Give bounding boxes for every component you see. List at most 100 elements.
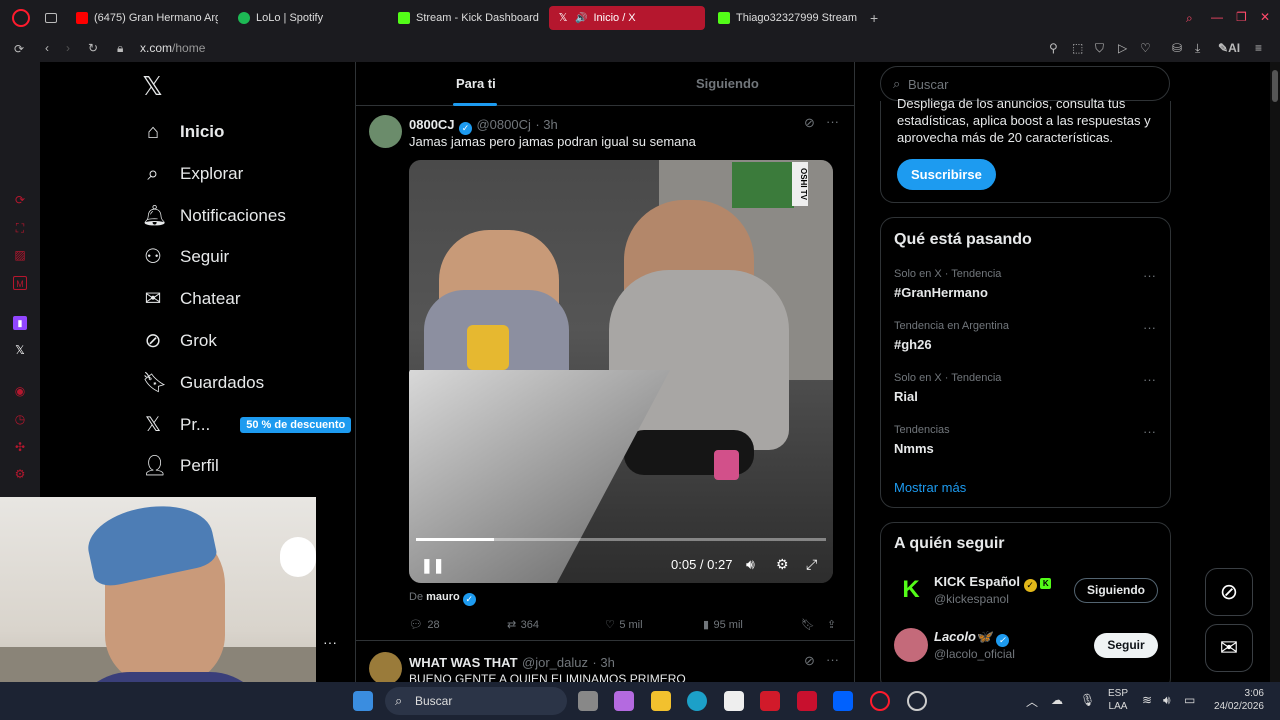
battery-icon[interactable]: ▭	[1184, 693, 1195, 707]
opera-logo-icon[interactable]	[12, 9, 30, 27]
copilot-icon[interactable]	[614, 691, 634, 711]
close-window-button[interactable]: ✕	[1260, 10, 1270, 24]
settings-icon[interactable]: ⚙	[776, 556, 789, 573]
repost-button[interactable]: ⇄ 364	[507, 615, 539, 633]
language-indicator[interactable]: ESP LAA	[1108, 687, 1128, 713]
post-time[interactable]: · 3h	[592, 655, 614, 670]
browser-tab-kick-dashboard[interactable]: Stream - Kick Dashboard	[390, 6, 540, 30]
avatar[interactable]	[369, 115, 402, 148]
share-button[interactable]: ⇪	[827, 615, 836, 633]
bag-icon[interactable]: ⛶	[13, 221, 27, 235]
windows-start-icon[interactable]	[353, 691, 373, 711]
post-author-name[interactable]: 0800CJ	[409, 117, 455, 132]
views-button[interactable]: ▮ 95 mil	[703, 615, 743, 633]
wifi-icon[interactable]: ≋	[1142, 693, 1152, 707]
grok-icon[interactable]: ⊘	[804, 653, 815, 669]
file-explorer-icon[interactable]	[651, 691, 671, 711]
account-menu-icon[interactable]: ···	[323, 634, 337, 650]
tab-siguiendo[interactable]: Siguiendo	[696, 76, 759, 91]
dropbox-icon[interactable]	[833, 691, 853, 711]
m-icon[interactable]: M	[13, 276, 27, 290]
nav-chatear[interactable]: ✉ Chatear	[142, 284, 241, 314]
menu-icon[interactable]: ≡	[1255, 41, 1262, 55]
more-options-icon[interactable]: ···	[1143, 320, 1156, 335]
new-tab-button[interactable]: +	[870, 11, 878, 25]
show-more-link[interactable]: Mostrar más	[894, 480, 966, 495]
x-logo-icon[interactable]: 𝕏	[13, 343, 27, 357]
search-tabs-icon[interactable]: ⌕	[1186, 11, 1193, 25]
nav-perfil[interactable]: 👤︎ Perfil	[142, 451, 219, 481]
more-options-icon[interactable]: ···	[1143, 372, 1156, 387]
microphone-icon[interactable]: 🎙︎	[1080, 693, 1095, 707]
post-author-name[interactable]: WHAT WAS THAT	[409, 655, 518, 670]
fullscreen-icon[interactable]: ⤢	[806, 556, 817, 573]
scrollbar[interactable]	[1270, 62, 1280, 682]
like-button[interactable]: ♡ 5 mil	[605, 615, 643, 633]
messages-floating-button[interactable]: ✉	[1205, 624, 1253, 672]
trend-item[interactable]: Tendencias Nmms ···	[881, 422, 1170, 472]
post-author-handle[interactable]: @jor_daluz	[522, 655, 588, 670]
following-button[interactable]: Siguiendo	[1074, 578, 1158, 603]
refresh-icon[interactable]: ⟳	[13, 193, 27, 207]
bookmark-button[interactable]: 🔖︎	[801, 615, 815, 633]
adblock-icon[interactable]: ⛉	[1095, 41, 1104, 55]
heart-icon[interactable]: ♡	[1140, 41, 1151, 55]
scrollbar-thumb[interactable]	[1272, 70, 1278, 102]
nav-grok[interactable]: ⊘ Grok	[142, 326, 217, 356]
wallet-icon[interactable]: ⛁	[1172, 41, 1182, 55]
taskbar-search[interactable]: ⌕ Buscar	[385, 687, 567, 715]
more-options-icon[interactable]: ···	[826, 114, 839, 129]
back-button[interactable]: ‹	[45, 41, 49, 55]
follow-handle[interactable]: @lacolo_oficial	[934, 647, 1015, 661]
more-options-icon[interactable]: ···	[1143, 268, 1156, 283]
video-player[interactable]: OSHI TV ❚❚ 0:05 / 0:27 🔊︎ ⚙ ⤢	[409, 160, 833, 583]
tab-para-ti[interactable]: Para ti	[456, 76, 496, 91]
url-field[interactable]: x.com/home	[140, 41, 205, 55]
subscribe-button[interactable]: Suscribirse	[897, 159, 996, 190]
more-options-icon[interactable]: ···	[1143, 424, 1156, 439]
clock[interactable]: 3:06 24/02/2026	[1212, 687, 1264, 713]
forward-button[interactable]: ›	[66, 41, 70, 55]
task-view-icon[interactable]	[578, 691, 598, 711]
maximize-button[interactable]: ❐	[1236, 10, 1247, 24]
nav-premium[interactable]: 𝕏 Pr... 50 % de descuento	[142, 410, 352, 440]
post-author-handle[interactable]: @0800Cj	[476, 117, 530, 132]
avatar[interactable]	[894, 628, 928, 662]
pause-button[interactable]: ❚❚	[421, 557, 444, 574]
reload-extension-icon[interactable]: ⟳	[14, 42, 24, 56]
minimize-button[interactable]: —	[1211, 10, 1223, 24]
ai-button[interactable]: ✎AI	[1218, 41, 1240, 55]
video-source-name[interactable]: mauro	[426, 591, 460, 603]
nav-inicio[interactable]: ⌂ Inicio	[142, 117, 224, 147]
nav-explorar[interactable]: ⌕ Explorar	[142, 159, 243, 189]
avatar[interactable]	[369, 652, 402, 685]
volume-icon[interactable]: 🔊︎	[1163, 693, 1171, 708]
extensions-icon[interactable]: ✣	[13, 440, 27, 454]
pin-icon[interactable]: ⚲	[1049, 41, 1058, 55]
tab-workspace-icon[interactable]	[45, 13, 57, 23]
post-time[interactable]: · 3h	[535, 117, 557, 132]
follow-name[interactable]: Lacolo🦋 ✓	[934, 629, 1009, 647]
opera-icon[interactable]	[870, 691, 890, 711]
reply-button[interactable]: 💬︎ 28	[409, 615, 440, 633]
cloud-icon[interactable]: ☁	[1051, 693, 1063, 707]
nav-notificaciones[interactable]: 🔔︎ Notificaciones	[142, 201, 286, 231]
settings-icon[interactable]: ⚙	[13, 467, 27, 481]
browser-tab-youtube[interactable]: (6475) Gran Hermano Arge	[68, 6, 218, 30]
browser-tab-x-home[interactable]: 𝕏 🔊 Inicio / X	[549, 6, 705, 30]
l-app-icon[interactable]	[760, 691, 780, 711]
twitch-icon[interactable]: ▮	[13, 316, 27, 330]
follow-name[interactable]: KICK Español ✓ K	[934, 574, 1052, 592]
edge-icon[interactable]	[687, 691, 707, 711]
obs-icon[interactable]	[907, 691, 927, 711]
reload-button[interactable]: ↻	[88, 41, 98, 55]
nav-seguir[interactable]: ⚇ Seguir	[142, 242, 229, 272]
follow-handle[interactable]: @kickespanol	[934, 592, 1009, 606]
chevron-up-icon[interactable]: ︿	[1026, 693, 1038, 710]
browser-tab-spotify[interactable]: LoLo | Spotify	[230, 6, 370, 30]
more-options-icon[interactable]: ···	[826, 652, 839, 667]
play-icon[interactable]: ▷	[1118, 41, 1127, 55]
browser-tab-kick-stream[interactable]: Thiago32327999 Stream -	[710, 6, 860, 30]
clock-icon[interactable]: ◷	[13, 412, 27, 426]
grok-icon[interactable]: ⊘	[804, 115, 815, 131]
